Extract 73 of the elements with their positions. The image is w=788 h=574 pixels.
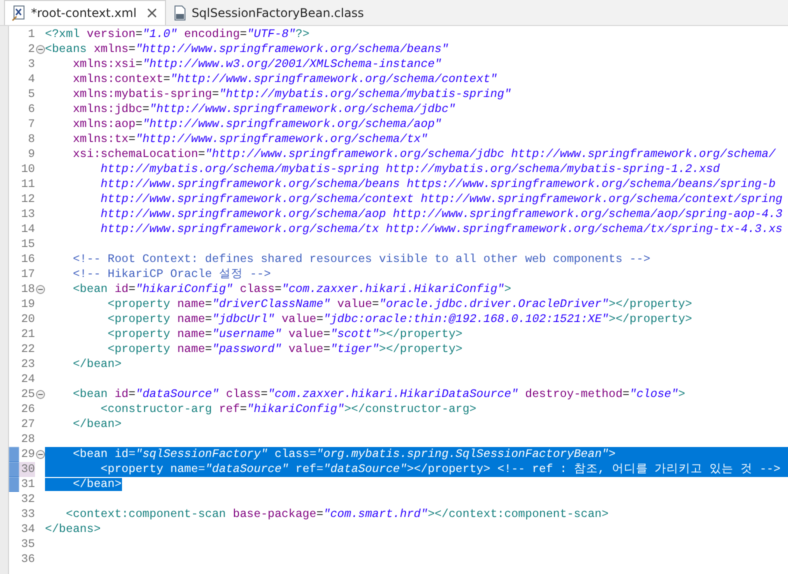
line-number: 14 bbox=[20, 222, 35, 237]
code-line: <bean id="hikariConfig" class="com.zaxxer.hikari.HikariConfig"> bbox=[72, 282, 512, 297]
line-number: 1 bbox=[27, 27, 35, 42]
line-number: 36 bbox=[20, 552, 35, 567]
line-number: 34 bbox=[20, 522, 35, 537]
code-line: <!-- HikariCP Oracle 설정 --> bbox=[72, 267, 271, 282]
line-number: 22 bbox=[20, 342, 35, 357]
code-line: http://www.springframework.org/schema/tx http://www.springframework.org/schema/tx/spring-tx-4.3.xs bbox=[100, 222, 782, 237]
fold-toggle-icon[interactable] bbox=[36, 285, 44, 294]
line-number: 27 bbox=[20, 417, 35, 432]
line-number: 9 bbox=[27, 147, 35, 162]
line-number: 29 bbox=[20, 447, 35, 462]
line-number: 19 bbox=[20, 297, 35, 312]
line-number: 32 bbox=[20, 492, 35, 507]
line-number: 33 bbox=[20, 507, 35, 522]
code-line: xmlns:mybatis-spring="http://mybatis.org/schema/mybatis-spring" bbox=[72, 87, 512, 102]
line-number: 30 bbox=[19, 462, 35, 477]
code-line: http://www.springframework.org/schema/beans https://www.springframework.org/schema/beans/spring-b bbox=[100, 177, 776, 192]
class-file-icon bbox=[172, 4, 188, 20]
code-line: xmlns:tx="http://www.springframework.org/schema/tx" bbox=[72, 132, 428, 147]
line-number: 4 bbox=[27, 72, 35, 87]
code-line: <?xml version="1.0" encoding="UTF-8"?> bbox=[45, 27, 310, 42]
line-number: 20 bbox=[20, 312, 35, 327]
line-number: 24 bbox=[20, 372, 35, 387]
code-line: <constructor-arg ref="hikariConfig"></constructor-arg> bbox=[100, 402, 476, 417]
code-line: </bean> bbox=[72, 357, 122, 372]
line-number: 6 bbox=[27, 102, 35, 117]
fold-toggle-icon[interactable] bbox=[36, 45, 44, 54]
line-number: 23 bbox=[20, 357, 35, 372]
line-number: 3 bbox=[27, 57, 35, 72]
line-number: 18 bbox=[20, 282, 35, 297]
line-number: 15 bbox=[20, 237, 35, 252]
line-number: 21 bbox=[20, 327, 35, 342]
code-line: http://www.springframework.org/schema/aop http://www.springframework.org/schema/aop/spring-aop-4.3 bbox=[100, 207, 782, 222]
line-number: 11 bbox=[20, 177, 35, 192]
code-line: </bean> bbox=[72, 417, 122, 432]
line-number: 17 bbox=[20, 267, 35, 282]
line-number: 7 bbox=[27, 117, 35, 132]
line-number: 12 bbox=[20, 192, 35, 207]
line-number: 10 bbox=[20, 162, 35, 177]
code-line: xsi:schemaLocation="http://www.springframework.org/schema/jdbc http://www.springframework.org/schema/ bbox=[72, 147, 776, 162]
line-number: 8 bbox=[27, 132, 35, 147]
code-line: </beans> bbox=[45, 522, 101, 537]
code-line: <!-- Root Context: defines shared resources visible to all other web components --> bbox=[72, 252, 650, 267]
code-line: xmlns:aop="http://www.springframework.org/schema/aop" bbox=[72, 117, 442, 132]
code-line: xmlns:xsi="http://www.w3.org/2001/XMLSchema-instance" bbox=[72, 57, 442, 72]
code-line: <property name="driverClassName" value="oracle.jdbc.driver.OracleDriver"></property> bbox=[106, 297, 692, 312]
close-icon[interactable] bbox=[146, 8, 157, 18]
code-line: xmlns:context="http://www.springframework.org/schema/context" bbox=[72, 72, 498, 87]
xml-file-icon bbox=[11, 5, 27, 21]
line-number: 13 bbox=[20, 207, 35, 222]
line-number: 25 bbox=[20, 387, 35, 402]
code-line: <property name="jdbcUrl" value="jdbc:oracle:thin:@192.168.0.102:1521:XE"></property> bbox=[106, 312, 692, 327]
code-line: <context:component-scan base-package="com.smart.hrd"></context:component-scan> bbox=[64, 507, 609, 522]
line-number: 16 bbox=[20, 252, 35, 267]
line-number: 31 bbox=[20, 477, 35, 492]
line-number: 28 bbox=[20, 432, 35, 447]
editor-tab[interactable]: *root-context.xml bbox=[4, 0, 166, 25]
code-line: <property name="username" value="scott"></property> bbox=[106, 327, 463, 342]
code-line: http://www.springframework.org/schema/context http://www.springframework.org/schema/context/spring bbox=[100, 192, 782, 207]
fold-toggle-icon[interactable] bbox=[36, 390, 44, 399]
code-line: http://mybatis.org/schema/mybatis-spring http://mybatis.org/schema/mybatis-spring-1.2.xsd bbox=[100, 162, 720, 177]
code-line: xmlns:jdbc="http://www.springframework.org/schema/jdbc" bbox=[72, 102, 456, 117]
line-number: 35 bbox=[20, 537, 35, 552]
line-number: 5 bbox=[27, 87, 35, 102]
code-line: </bean> bbox=[45, 477, 122, 492]
code-line: <property name="password" value="tiger"></property> bbox=[106, 342, 463, 357]
editor-tab[interactable]: SqlSessionFactoryBean.class bbox=[166, 0, 372, 25]
fold-toggle-icon[interactable] bbox=[36, 450, 44, 459]
code-line: <beans xmlns="http://www.springframework.org/schema/beans" bbox=[45, 42, 449, 57]
line-number: 26 bbox=[20, 402, 35, 417]
code-line: <bean id="dataSource" class="com.zaxxer.hikari.HikariDataSource" destroy-method="close"> bbox=[72, 387, 686, 402]
line-number: 2 bbox=[27, 42, 35, 57]
